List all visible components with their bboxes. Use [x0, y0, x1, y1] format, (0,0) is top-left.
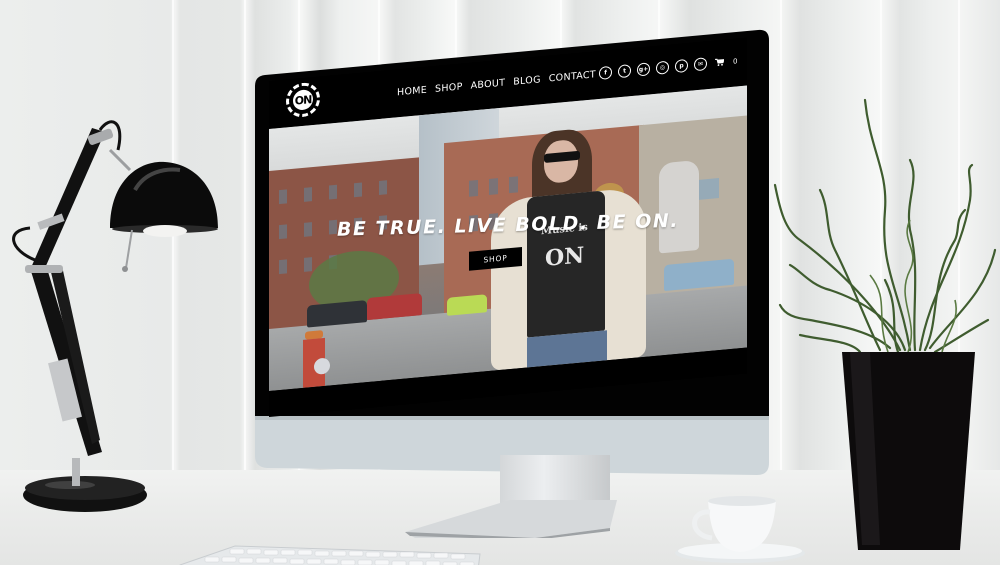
site-logo[interactable]: ON [286, 81, 320, 119]
logo-text: ON [293, 88, 313, 111]
window [509, 176, 518, 194]
social-links: f t g+ ◎ p ✉ 0 [599, 54, 737, 80]
window [279, 259, 287, 275]
blind-line [244, 0, 246, 480]
monitor-stand-base [405, 500, 617, 538]
window [489, 178, 498, 195]
cart-icon[interactable] [715, 57, 725, 68]
facebook-icon[interactable]: f [599, 65, 612, 80]
desk-scene: ON HOME SHOP ABOUT BLOG CONTACT f t g+ ◎… [0, 0, 1000, 565]
window [469, 179, 478, 197]
car [447, 294, 487, 316]
nav-contact[interactable]: CONTACT [549, 69, 596, 84]
main-nav: HOME SHOP ABOUT BLOG CONTACT [397, 69, 596, 98]
window [354, 182, 362, 198]
window [279, 189, 287, 205]
nav-blog[interactable]: BLOG [513, 74, 541, 88]
email-icon[interactable]: ✉ [694, 57, 707, 72]
shirt-print-logo: ON [545, 242, 585, 272]
cart-count: 0 [733, 56, 738, 66]
monitor: ON HOME SHOP ABOUT BLOG CONTACT f t g+ ◎… [253, 28, 771, 478]
website-screen: ON HOME SHOP ABOUT BLOG CONTACT f t g+ ◎… [269, 31, 747, 417]
instagram-icon[interactable]: ◎ [656, 60, 669, 75]
mural-figure [659, 159, 699, 254]
nav-shop[interactable]: SHOP [435, 81, 463, 95]
window [379, 180, 387, 195]
fire-hydrant [303, 330, 330, 388]
cart-glyph [715, 58, 725, 66]
twitter-icon[interactable]: t [618, 64, 631, 79]
coffee-cup [675, 496, 805, 563]
desk-lamp [12, 120, 218, 512]
nav-about[interactable]: ABOUT [471, 78, 506, 92]
window [304, 257, 312, 272]
google-plus-icon[interactable]: g+ [637, 62, 650, 77]
window [329, 184, 337, 200]
nav-home[interactable]: HOME [397, 85, 427, 99]
mural-detail [699, 178, 719, 200]
pinterest-icon[interactable]: p [675, 58, 688, 74]
window [304, 187, 312, 202]
hero-banner: Music is ON BE TRUE. LIVE BOLD. BE ON. S… [269, 85, 747, 391]
